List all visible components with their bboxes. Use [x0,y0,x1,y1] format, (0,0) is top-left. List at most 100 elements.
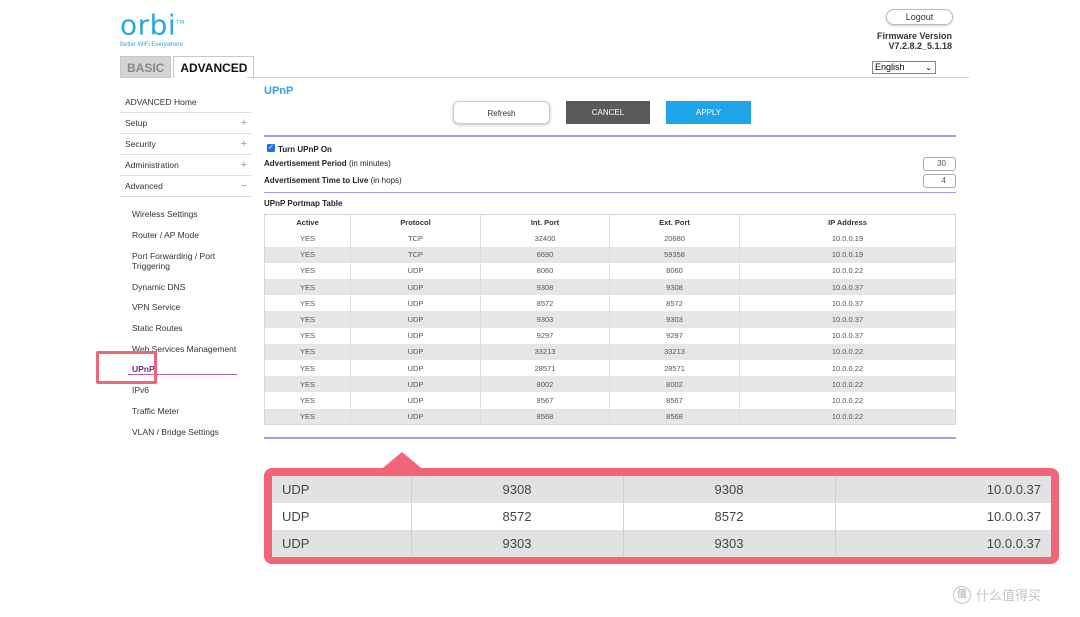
tab-basic[interactable]: BASIC [120,56,172,78]
cell-active: YES [264,376,351,393]
adv-ttl-input[interactable]: 4 [923,174,956,188]
table-row: YES TCP 6690 59358 10.0.0.19 [264,246,956,263]
cell-protocol: TCP [350,230,481,247]
sidebar-item-label: Security [125,139,156,149]
cell-active: YES [264,311,351,328]
zoom-cell-protocol: UDP [272,503,412,530]
plus-icon: + [240,117,247,129]
subnav-vpn-service[interactable]: VPN Service [132,302,180,312]
subnav-wireless-settings[interactable]: Wireless Settings [132,209,198,219]
adv-period-input[interactable]: 30 [923,157,956,171]
section-divider [264,135,956,137]
zoom-cell-protocol: UDP [272,530,412,557]
sidebar-item-label: Administration [125,160,179,170]
adv-ttl-title: Advertisement Time to Live [264,176,369,185]
tab-advanced[interactable]: ADVANCED [173,56,255,78]
cell-ext-port: 9297 [609,327,740,344]
refresh-button[interactable]: Refresh [453,101,550,124]
cell-active: YES [264,360,351,377]
logo-text: orbi [120,8,177,42]
cell-protocol: UDP [350,343,481,360]
cell-int-port: 9303 [480,311,610,328]
mode-tabs: BASIC ADVANCED [120,56,255,78]
cell-ip-address: 10.0.0.22 [739,343,956,360]
sidebar-item-advanced-home[interactable]: ADVANCED Home [120,92,251,113]
zoom-callout: UDP 9308 9308 10.0.0.37 UDP 8572 8572 10.0.0.37… [264,468,1059,564]
cell-active: YES [264,343,351,360]
cell-ip-address: 10.0.0.22 [831,266,864,276]
cell-protocol: UDP [350,360,481,377]
subnav-router-ap-mode[interactable]: Router / AP Mode [132,230,199,240]
adv-period-title: Advertisement Period [264,159,347,168]
table-row: YES UDP 8060 8060 10.0.0.22 [264,262,956,280]
cell-ext-port: 9308 [609,279,740,296]
cell-int-port: 9297 [480,327,610,344]
cell-int-port: 8002 [480,376,610,393]
column-header-protocol: Protocol [350,214,481,231]
cancel-button[interactable]: CANCEL [566,101,650,124]
adv-ttl-label: Advertisement Time to Live (in hops) [264,176,402,185]
cell-protocol: UDP [350,311,481,328]
table-header-row: Active Protocol Int. Port Ext. Port IP A… [264,214,956,231]
subnav-dynamic-dns[interactable]: Dynamic DNS [132,282,185,292]
cell-ip-address: 10.0.0.37 [739,279,956,296]
zoom-cell-int-port: 9303 [411,530,624,557]
zoom-cell-int-port: 8572 [411,503,624,530]
table-row: YES UDP 8567 8567 10.0.0.22 [264,392,956,409]
plus-icon: + [240,159,247,171]
cell-ip-address: 10.0.0.37 [831,331,864,341]
chevron-down-icon: ⌄ [925,63,932,72]
cell-int-port: 33213 [480,343,610,360]
portmap-table: Active Protocol Int. Port Ext. Port IP A… [264,214,956,426]
sidebar-item-administration[interactable]: Administration + [120,155,251,176]
cell-active: YES [264,230,351,247]
cell-active: YES [264,246,351,263]
cell-protocol: UDP [350,279,481,296]
zoom-cell-protocol: UDP [272,476,412,503]
table-row: YES UDP 9308 9308 10.0.0.37 [264,279,956,296]
cell-ip-address: 10.0.0.22 [831,363,864,373]
column-header-int-port: Int. Port [480,214,610,231]
logo-tagline: Better WiFi Everywhere [120,42,184,49]
zoom-cell-ip-address: 10.0.0.37 [835,476,1051,503]
zoom-table: UDP 9308 9308 10.0.0.37 UDP 8572 8572 10.0.0.37… [272,476,1051,557]
subnav-ipv6[interactable]: IPv6 [132,385,149,395]
upnp-on-checkbox[interactable]: ✓ [267,144,275,152]
subnav-port-forwarding[interactable]: Port Forwarding / Port Triggering [132,251,232,271]
orbi-logo[interactable]: orbiTM Better WiFi Everywhere [120,8,185,49]
column-header-active: Active [264,214,351,231]
language-select[interactable]: English ⌄ [872,61,936,74]
section-divider [264,192,956,193]
sidebar-item-label: ADVANCED Home [125,97,197,107]
cell-protocol: UDP [350,327,481,344]
cell-active: YES [264,262,351,280]
sidebar-item-advanced[interactable]: Advanced − [120,176,251,197]
sidebar-item-security[interactable]: Security + [120,134,251,155]
subnav-traffic-meter[interactable]: Traffic Meter [132,406,179,416]
language-value: English [875,62,905,72]
column-header-ext-port: Ext. Port [609,214,740,231]
watermark-text: 什么值得买 [976,588,1042,603]
cell-ip-address: 10.0.0.19 [739,246,956,263]
watermark-icon: 值 [953,585,971,604]
cell-ext-port: 33213 [609,343,740,360]
sidebar-item-setup[interactable]: Setup + [120,113,251,134]
table-row: YES UDP 28571 28571 10.0.0.22 [264,360,956,377]
subnav-static-routes[interactable]: Static Routes [132,323,183,333]
minus-icon: − [240,180,247,192]
cell-ip-address: 10.0.0.19 [831,234,864,244]
cell-active: YES [264,408,351,425]
page-title: UPnP [264,85,294,97]
cell-protocol: UDP [350,295,481,312]
adv-period-label: Advertisement Period (in minutes) [264,159,391,168]
cell-int-port: 6690 [480,246,610,263]
cell-protocol: UDP [350,392,481,409]
subnav-vlan-bridge[interactable]: VLAN / Bridge Settings [132,427,219,437]
logout-button[interactable]: Logout [886,9,953,25]
cell-int-port: 8060 [480,262,610,280]
portmap-table-title: UPnP Portmap Table [264,199,343,208]
sidebar: ADVANCED Home Setup + Security + Administr… [120,92,251,197]
portmap-table-body: YES TCP 32400 20680 10.0.0.19 YES TCP 6690 59358… [264,230,956,425]
apply-button[interactable]: APPLY [666,101,751,124]
zoom-cell-int-port: 9308 [411,476,624,503]
